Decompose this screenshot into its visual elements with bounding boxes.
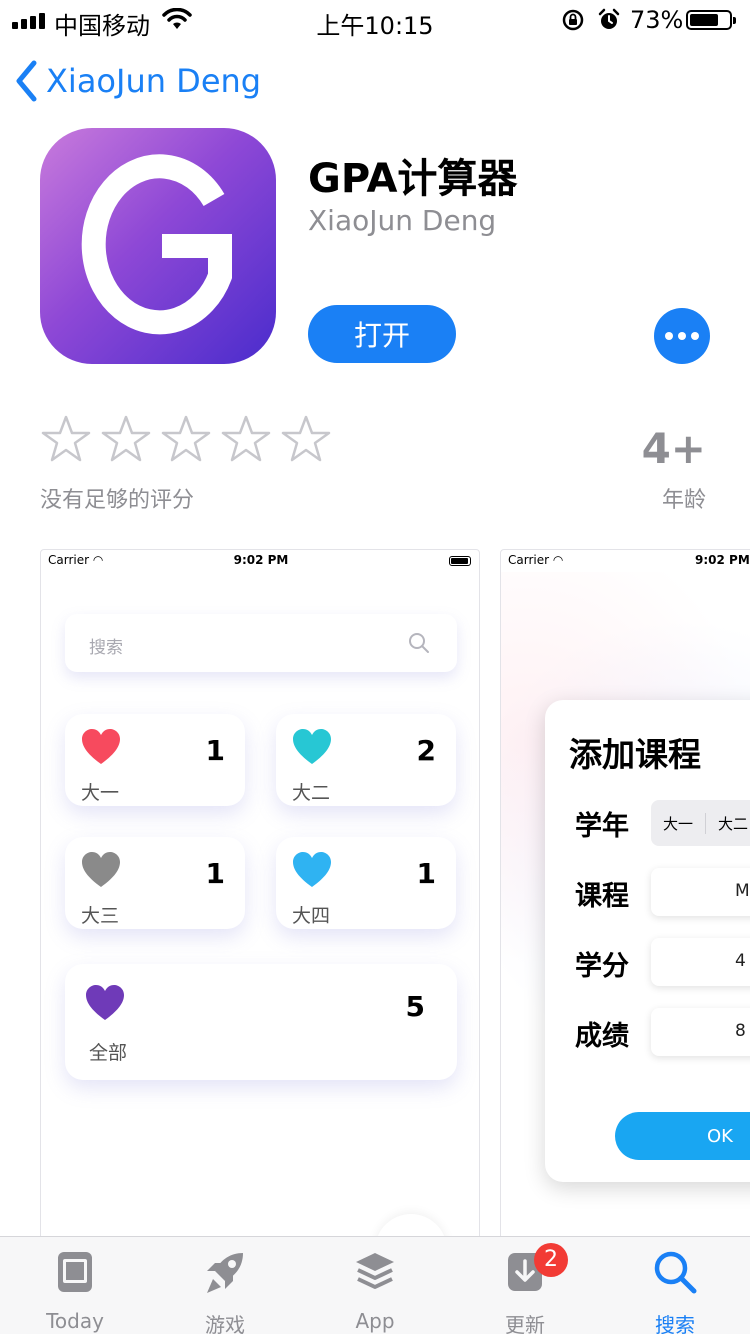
- tab-today[interactable]: Today: [0, 1237, 150, 1334]
- card-label: 大一: [81, 782, 120, 804]
- mini-time: 9:02 PM: [233, 553, 289, 567]
- layers-icon: [356, 1253, 394, 1289]
- card-count: 1: [205, 857, 225, 890]
- mini-time: 9:02 PM: [695, 553, 750, 567]
- back-label: XiaoJun Deng: [46, 62, 262, 100]
- mini-battery-icon: [449, 556, 471, 566]
- add-course-dialog: 添加课程 学年 大一 大二 课程 M 学分 4 成绩 8 OK: [545, 700, 750, 1182]
- tab-label: Today: [46, 1309, 104, 1333]
- tab-updates[interactable]: 2 更新: [450, 1237, 600, 1334]
- tab-apps[interactable]: App: [300, 1237, 450, 1334]
- heart-icon: [82, 852, 120, 887]
- mini-card-year-3: 1 大三: [65, 837, 245, 929]
- heart-icon: [293, 729, 331, 764]
- mini-card-year-1: 1 大一: [65, 714, 245, 806]
- rotation-lock-icon: [562, 9, 584, 31]
- heart-shape: [293, 729, 331, 764]
- credit-label: 学分: [575, 951, 629, 982]
- rating-stars: [40, 414, 332, 464]
- star-icon: [161, 415, 211, 462]
- card-label: 大二: [292, 782, 331, 804]
- star-icon: [101, 415, 151, 462]
- updates-badge: 2: [534, 1243, 568, 1277]
- chevron-left-icon: [16, 60, 37, 102]
- app-icon-letter: [81, 154, 232, 335]
- mini-carrier: Carrier ◠: [508, 553, 564, 567]
- mini-status-bar: Carrier ◠ 9:02 PM: [501, 550, 750, 572]
- tab-label: 搜索: [655, 1313, 695, 1334]
- status-bar: 中国移动 上午10:15 73%: [0, 0, 750, 40]
- mini-wifi-icon: ◠: [552, 553, 564, 567]
- heart-icon: [82, 729, 120, 764]
- ok-button: OK: [615, 1112, 750, 1160]
- course-label: 课程: [575, 881, 629, 912]
- mini-search-placeholder: 搜索: [89, 638, 123, 658]
- heart-shape: [82, 729, 120, 764]
- battery-percent: 73%: [630, 6, 684, 34]
- screenshot-2[interactable]: Carrier ◠ 9:02 PM 添加课程 学年 大一 大二 课程 M 学分 …: [500, 549, 750, 1249]
- heart-icon: [86, 985, 124, 1020]
- card-label: 大四: [292, 905, 331, 927]
- course-field: M: [651, 868, 750, 916]
- dialog-title: 添加课程: [569, 735, 701, 774]
- tab-search[interactable]: 搜索: [600, 1237, 750, 1334]
- alarm-icon: [598, 8, 620, 29]
- today-icon: [58, 1252, 92, 1292]
- more-options-button[interactable]: [654, 308, 710, 364]
- heart-shape: [293, 852, 331, 887]
- star-icon: [221, 415, 271, 462]
- back-button[interactable]: XiaoJun Deng: [14, 60, 261, 102]
- star-icon: [281, 415, 331, 462]
- mini-search-bar: 搜索: [65, 614, 457, 672]
- year-option: 大二: [706, 813, 750, 834]
- tab-games[interactable]: 游戏: [150, 1237, 300, 1334]
- card-count: 2: [416, 734, 436, 767]
- screenshot-1[interactable]: Carrier ◠ 9:02 PM 搜索 1 大一 2 大二 1 大三 1 大四…: [40, 549, 480, 1249]
- credit-field: 4: [651, 938, 750, 986]
- tab-label: 更新: [505, 1313, 545, 1334]
- dot: [665, 332, 673, 340]
- battery-icon: [686, 10, 736, 30]
- grade-label: 成绩: [575, 1021, 629, 1052]
- app-name: GPA计算器: [308, 156, 518, 202]
- year-option: 大一: [651, 812, 707, 834]
- rocket-icon: [207, 1253, 243, 1293]
- year-label: 学年: [575, 811, 629, 842]
- card-label: 大三: [81, 905, 120, 927]
- star-icon: [41, 415, 91, 462]
- mini-card-year-4: 1 大四: [276, 837, 456, 929]
- tab-label: App: [355, 1309, 395, 1333]
- rating-note: 没有足够的评分: [40, 488, 195, 513]
- dot: [678, 332, 686, 340]
- heart-shape: [82, 852, 120, 887]
- mini-card-all: 5 全部: [65, 964, 457, 1080]
- tab-bar: Today 游戏 App 2 更新 搜索: [0, 1236, 750, 1334]
- card-count: 1: [416, 857, 436, 890]
- card-label: 全部: [89, 1042, 128, 1064]
- year-segmented-control: 大一 大二: [651, 800, 750, 846]
- mini-card-year-2: 2 大二: [276, 714, 456, 806]
- heart-shape: [86, 985, 124, 1020]
- tab-label: 游戏: [205, 1313, 245, 1334]
- age-rating: 4+: [641, 424, 706, 473]
- app-icon: [40, 128, 276, 364]
- search-icon: [654, 1251, 697, 1294]
- battery-level: [690, 14, 718, 26]
- open-button[interactable]: 打开: [308, 305, 456, 363]
- age-label: 年龄: [661, 488, 706, 513]
- card-count: 1: [205, 734, 225, 767]
- mini-search-icon: [409, 633, 429, 653]
- heart-icon: [293, 852, 331, 887]
- grade-field: 8: [651, 1008, 750, 1056]
- card-count: 5: [405, 990, 425, 1023]
- developer-link[interactable]: XiaoJun Deng: [308, 204, 496, 237]
- mini-status-bar: Carrier ◠ 9:02 PM: [41, 550, 479, 572]
- dot: [691, 332, 699, 340]
